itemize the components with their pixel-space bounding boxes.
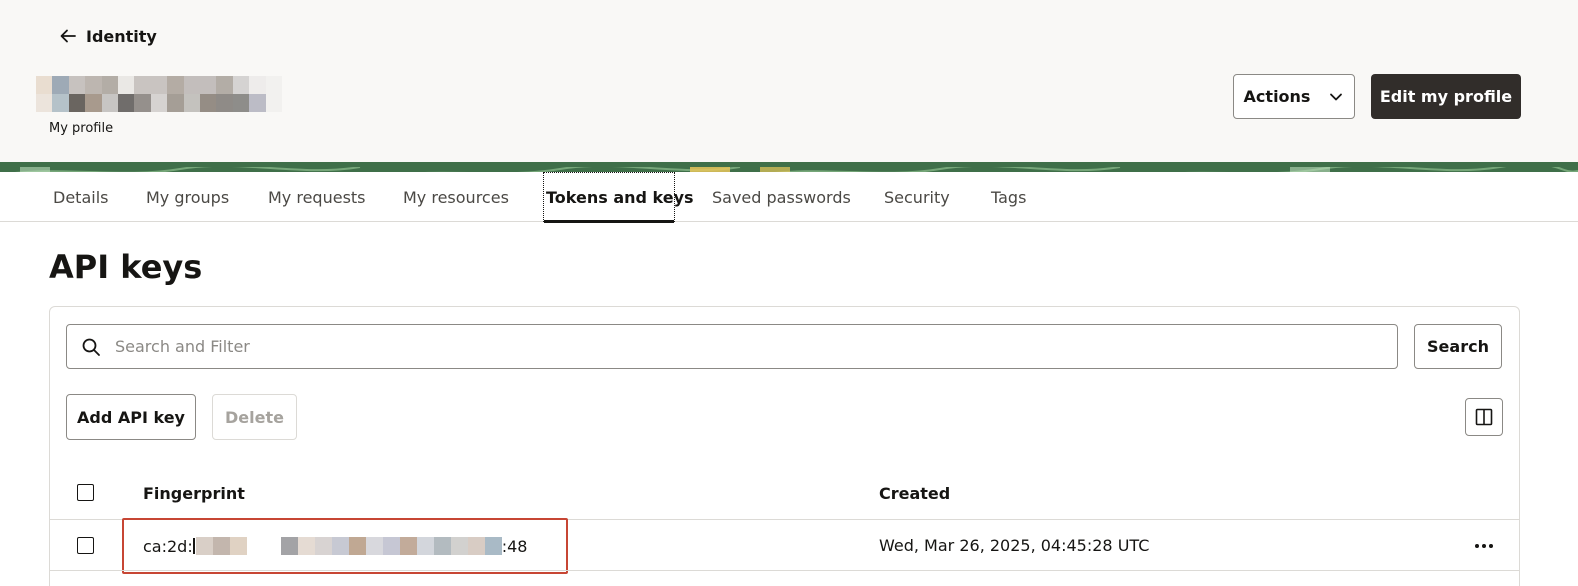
back-to-identity-link[interactable]: Identity [58,26,157,46]
edit-profile-label: Edit my profile [1379,87,1513,106]
redaction-pixel [199,76,217,94]
decorative-banner [0,162,1578,172]
profile-subtitle: My profile [49,121,114,136]
page-title: API keys [49,248,203,286]
redaction-pixel [68,94,86,112]
redaction-pixel [85,76,102,94]
tab-details[interactable]: Details [53,172,108,222]
redaction-pixel [232,94,250,112]
redaction-pixel [134,76,151,94]
arrow-left-icon [60,29,76,43]
tab-saved-passwords[interactable]: Saved passwords [712,172,851,222]
redaction-pixel [150,76,168,94]
search-input[interactable] [115,337,1315,356]
actions-button-label: Actions [1243,87,1311,106]
redaction-pixel [36,94,53,112]
tab-my-groups[interactable]: My groups [146,172,229,222]
tab-my-resources[interactable]: My resources [403,172,509,222]
redaction-pixel [167,76,184,94]
redaction-pixel [232,76,250,94]
redaction-pixel [52,94,69,112]
redaction-pixel [134,94,151,112]
manage-columns-button[interactable] [1465,398,1503,436]
redaction-pixel [101,94,118,112]
redaction-pixel [68,76,86,94]
tab-my-requests[interactable]: My requests [268,172,366,222]
page-header: Identity My profile Actions Edit my prof… [0,0,1578,162]
more-horizontal-icon [1475,544,1493,548]
actions-menu-button[interactable]: Actions [1233,74,1355,119]
redaction-pixel [167,94,184,112]
tab-tokens-and-keys[interactable]: Tokens and keys [543,172,694,223]
chevron-down-icon [1330,93,1343,100]
columns-icon [1475,408,1493,426]
redaction-pixel [52,76,69,94]
search-filter-box[interactable] [66,324,1398,369]
column-header-fingerprint[interactable]: Fingerprint [143,484,245,503]
redaction-pixel [117,76,135,94]
delete-button-label: Delete [225,407,284,427]
redaction-pixel [117,94,135,112]
redaction-pixel [216,94,233,112]
search-button[interactable]: Search [1414,324,1502,369]
redaction-pixel [183,76,200,94]
tab-tags[interactable]: Tags [991,172,1026,222]
table-row-divider [50,570,1519,571]
redaction-pixel [249,94,266,112]
profile-tabs: Details My groups My requests My resourc… [0,172,1578,223]
tab-security[interactable]: Security [884,172,950,222]
select-all-checkbox[interactable] [77,484,94,501]
row-actions-button[interactable] [1470,534,1498,558]
search-button-label: Search [1427,337,1489,356]
redacted-profile-name [36,76,282,112]
redaction-pixel [249,76,266,94]
fingerprint-highlight-box [122,518,568,574]
redaction-pixel [150,94,168,112]
add-api-key-button[interactable]: Add API key [66,394,196,440]
redaction-pixel [183,94,200,112]
redaction-pixel [216,76,233,94]
redaction-pixel [265,76,282,94]
edit-profile-button[interactable]: Edit my profile [1371,74,1521,119]
column-header-created[interactable]: Created [879,484,950,503]
search-icon [82,338,100,356]
add-api-key-label: Add API key [77,407,185,427]
redaction-pixel [101,76,118,94]
row-select-checkbox[interactable] [77,537,94,554]
delete-button: Delete [212,394,297,440]
redaction-pixel [85,94,102,112]
redaction-pixel [265,94,282,112]
back-link-label: Identity [86,26,157,46]
redaction-pixel [36,76,53,94]
created-value: Wed, Mar 26, 2025, 04:45:28 UTC [879,536,1150,555]
redaction-pixel [199,94,217,112]
